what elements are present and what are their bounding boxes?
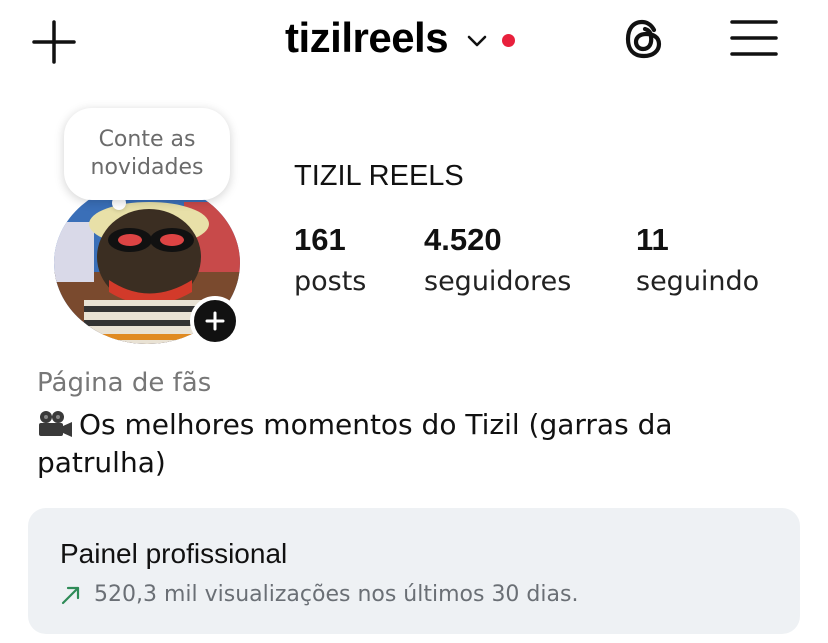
top-bar: tizilreels: [0, 0, 828, 80]
dashboard-subtitle: 520,3 mil visualizações nos últimos 30 d…: [94, 582, 579, 607]
chevron-down-icon: [467, 35, 487, 47]
username: tizilreels: [285, 14, 449, 61]
plus-icon[interactable]: [30, 18, 78, 66]
following-stat[interactable]: 11 seguindo: [636, 222, 759, 298]
profile-page: tizilreels Conte as novidades TIZIL REEL…: [0, 0, 828, 643]
dashboard-title: Painel profissional: [60, 538, 288, 569]
followers-count: 4.520: [424, 222, 502, 257]
profile-category: Página de fãs: [37, 368, 212, 398]
dashboard-insight: 520,3 mil visualizações nos últimos 30 d…: [60, 582, 578, 607]
following-count: 11: [636, 222, 669, 257]
add-story-button[interactable]: [190, 296, 240, 346]
posts-label: posts: [294, 266, 367, 297]
bio: Os melhores momentos do Tizil (garras da…: [37, 406, 777, 482]
bio-text: Os melhores momentos do Tizil (garras da…: [37, 408, 673, 479]
movie-camera-icon: [39, 411, 72, 437]
note-bubble[interactable]: Conte as novidades: [64, 108, 230, 200]
hamburger-menu-icon[interactable]: [728, 16, 780, 60]
posts-stat[interactable]: 161 posts: [294, 222, 366, 298]
note-text: Conte as novidades: [90, 127, 204, 180]
plus-icon: [205, 311, 225, 331]
followers-stat[interactable]: 4.520 seguidores: [424, 222, 571, 298]
trend-up-arrow-icon: [61, 586, 80, 604]
notification-dot: [502, 33, 516, 47]
following-label: seguindo: [636, 266, 760, 297]
display-name: TIZIL REELS: [294, 160, 464, 192]
account-switcher[interactable]: tizilreels: [285, 10, 516, 66]
professional-dashboard-card[interactable]: Painel profissional 520,3 mil visualizaç…: [28, 508, 800, 634]
followers-label: seguidores: [424, 266, 572, 297]
posts-count: 161: [294, 222, 346, 257]
threads-icon[interactable]: [618, 12, 672, 66]
